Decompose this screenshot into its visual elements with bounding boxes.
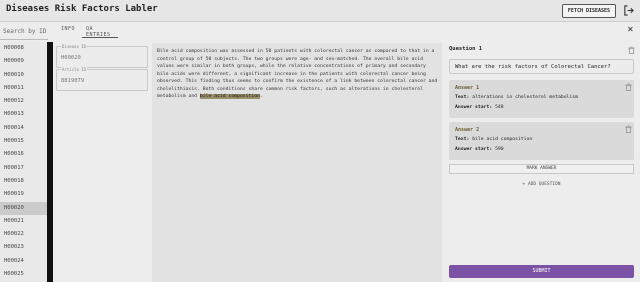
logout-icon[interactable] — [623, 5, 634, 16]
article-id-field: Article ID 8819079 — [56, 67, 148, 91]
sidebar-item-h00012[interactable]: H00012 — [0, 95, 47, 108]
tab-info[interactable]: INFO — [61, 26, 75, 32]
answer-text: Text: bile acid composition — [455, 137, 532, 142]
disease-id-field: Disease ID H00020 — [56, 44, 148, 68]
sidebar-item-h00009[interactable]: H00009 — [0, 55, 47, 68]
sidebar-item-h00021[interactable]: H00021 — [0, 215, 47, 228]
sidebar-item-h00018[interactable]: H00018 — [0, 175, 47, 188]
disease-id-label: Disease ID — [61, 44, 88, 49]
sidebar-item-h00025[interactable]: H00025 — [0, 268, 47, 281]
delete-question-icon[interactable] — [628, 46, 635, 54]
article-panel: Bile acid composition was assessed in 50… — [152, 43, 442, 282]
answer-text: Text: alterations in cholesterol metabol… — [455, 95, 578, 100]
sidebar-item-h00022[interactable]: H00022 — [0, 228, 47, 241]
article-text-before: Bile acid composition was assessed in 50… — [157, 49, 438, 99]
sidebar-item-h00019[interactable]: H00019 — [0, 188, 47, 201]
sidebar-item-h00011[interactable]: H00011 — [0, 82, 47, 95]
sidebar-item-h00008[interactable]: H00008 — [0, 42, 47, 55]
highlighted-span[interactable]: bile acid composition — [199, 94, 260, 99]
article-id-label: Article ID — [61, 67, 88, 72]
disease-id-value: H00020 — [61, 55, 81, 61]
add-question-button[interactable]: + ADD QUESTION — [449, 182, 634, 187]
search-input[interactable]: Search by ID — [0, 22, 48, 40]
sidebar-item-h00017[interactable]: H00017 — [0, 162, 47, 175]
mark-answer-button[interactable]: MARK ANSWER — [449, 164, 634, 174]
answer-start: Answer start: 590 — [455, 147, 504, 152]
article-id-value: 8819079 — [61, 78, 85, 84]
sidebar-item-h00024[interactable]: H00024 — [0, 255, 47, 268]
answer-start: Answer start: 548 — [455, 105, 504, 110]
active-tab-indicator — [82, 37, 118, 38]
answer-card: Answer 2 Text: bile acid composition Ans… — [449, 122, 634, 160]
submit-button[interactable]: SUBMIT — [449, 265, 634, 278]
article-text-after: . — [259, 94, 263, 99]
article-text[interactable]: Bile acid composition was assessed in 50… — [157, 48, 439, 101]
question-input[interactable]: What are the risk factors of Colorectal … — [449, 59, 634, 74]
answer-start-value: 590 — [495, 147, 504, 152]
answer-text-label: Text: — [455, 137, 470, 142]
app-header: Diseases Risk Factors Labler FETCH DISEA… — [0, 0, 640, 22]
delete-answer-icon[interactable] — [625, 125, 632, 133]
answer-card: Answer 1 Text: alterations in cholestero… — [449, 80, 634, 118]
answer-text-value: alterations in cholesterol metabolism — [472, 95, 578, 100]
sidebar-item-h00016[interactable]: H00016 — [0, 148, 47, 161]
sidebar-item-h00015[interactable]: H00015 — [0, 135, 47, 148]
answer-start-value: 548 — [495, 105, 504, 110]
answer-text-value: bile acid composition — [472, 137, 533, 142]
sidebar-item-h00014[interactable]: H00014 — [0, 122, 47, 135]
sidebar-item-h00023[interactable]: H00023 — [0, 241, 47, 254]
answer-start-label: Answer start: — [455, 147, 493, 152]
qa-panel: Question 1 What are the risk factors of … — [447, 40, 640, 282]
fetch-diseases-button[interactable]: FETCH DISEASES — [562, 4, 616, 18]
sidebar-item-h00020[interactable]: H00020 — [0, 201, 47, 215]
sidebar-item-h00013[interactable]: H00013 — [0, 108, 47, 121]
answer-start-label: Answer start: — [455, 105, 493, 110]
answer-title: Answer 1 — [455, 85, 480, 91]
scrollbar[interactable] — [47, 42, 53, 282]
question-label: Question 1 — [449, 46, 483, 52]
disease-id-list: H00008 H00009 H00010 H00011 H00012 H00013 H000… — [0, 42, 47, 282]
app-title: Diseases Risk Factors Labler — [6, 4, 158, 14]
delete-answer-icon[interactable] — [625, 83, 632, 91]
answer-title: Answer 2 — [455, 127, 480, 133]
sidebar-item-h00010[interactable]: H00010 — [0, 69, 47, 82]
close-icon[interactable]: ✕ — [627, 25, 634, 35]
answer-text-label: Text: — [455, 95, 470, 100]
